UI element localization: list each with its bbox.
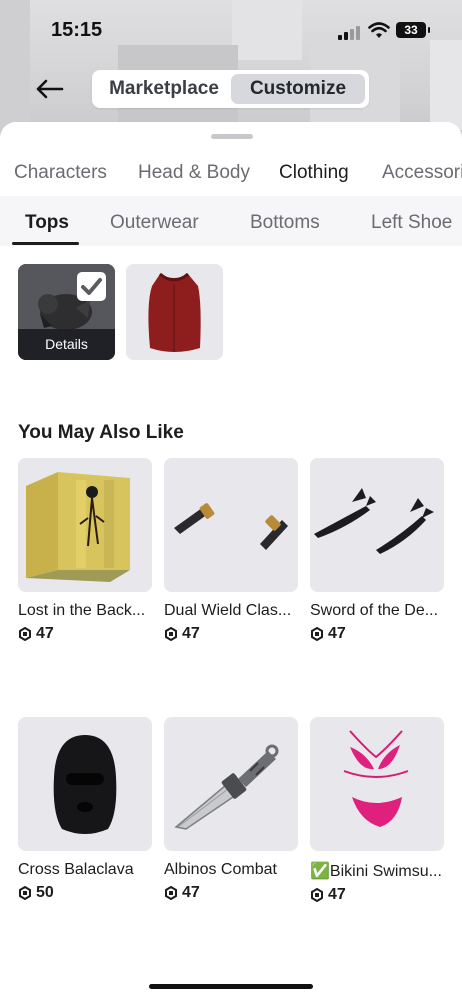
robux-icon (165, 627, 177, 641)
item-card[interactable]: Dual Wield Clas... 47 (164, 458, 298, 643)
price-value: 47 (182, 625, 200, 642)
item-price: 50 (18, 884, 152, 902)
home-indicator[interactable] (149, 984, 313, 989)
subtab-tops[interactable]: Tops (25, 212, 69, 234)
active-subtab-indicator (12, 242, 79, 245)
item-card[interactable]: Lost in the Back... 47 (18, 458, 152, 643)
item-card[interactable]: Cross Balaclava 50 (18, 717, 152, 902)
sheet-grabber[interactable] (211, 134, 253, 139)
subtab-bottoms[interactable]: Bottoms (250, 212, 320, 234)
item-card[interactable]: Sword of the De... 47 (310, 458, 444, 643)
tab-clothing[interactable]: Clothing (279, 162, 349, 184)
cellular-signal-icon (338, 26, 362, 40)
tab-marketplace[interactable]: Marketplace (100, 74, 228, 104)
item-name: Cross Balaclava (18, 861, 134, 878)
wifi-icon (368, 22, 390, 38)
back-button[interactable] (30, 74, 70, 104)
item-price: 47 (310, 625, 444, 643)
item-price: 47 (310, 886, 444, 904)
details-button[interactable]: Details (18, 329, 115, 360)
item-name: Albinos Combat (164, 861, 277, 878)
subtab-left-shoe[interactable]: Left Shoe (371, 212, 452, 234)
robux-icon (19, 886, 31, 900)
customize-sheet: Characters Head & Body Clothing Accessor… (0, 122, 462, 999)
item-thumbnail (164, 458, 298, 592)
robux-icon (311, 888, 323, 902)
item-price: 47 (18, 625, 152, 643)
arrow-left-icon (36, 79, 64, 99)
equipped-item-2[interactable] (126, 264, 223, 360)
price-value: 47 (328, 625, 346, 642)
equipped-item-1[interactable]: Details (18, 264, 115, 360)
robux-icon (19, 627, 31, 641)
subtab-outerwear[interactable]: Outerwear (110, 212, 199, 234)
tab-head-body[interactable]: Head & Body (138, 162, 250, 184)
item-name: Lost in the Back... (18, 602, 146, 619)
tab-characters[interactable]: Characters (14, 162, 107, 184)
section-title: You May Also Like (18, 422, 184, 443)
item-name: Sword of the De... (310, 602, 439, 619)
price-value: 47 (36, 625, 54, 642)
item-card[interactable]: ✅Bikini Swimsu... 47 (310, 717, 444, 904)
price-value: 47 (182, 884, 200, 901)
item-name: ✅Bikini Swimsu... (310, 863, 442, 880)
item-price: 47 (164, 884, 298, 902)
status-bar: 15:15 33 (0, 0, 462, 60)
item-price: 47 (164, 625, 298, 643)
subcategory-tabs: Tops Outerwear Bottoms Left Shoe (0, 196, 462, 246)
item-thumbnail (18, 717, 152, 851)
item-name: Dual Wield Clas... (164, 602, 292, 619)
item-thumbnail (310, 717, 444, 851)
price-value: 47 (328, 886, 346, 903)
category-tabs: Characters Head & Body Clothing Accessor… (0, 162, 462, 192)
item-card[interactable]: Albinos Combat 47 (164, 717, 298, 902)
item-thumbnail (164, 717, 298, 851)
item-thumbnail (18, 458, 152, 592)
robux-icon (165, 886, 177, 900)
battery-indicator: 33 (396, 22, 430, 38)
tab-customize[interactable]: Customize (231, 74, 365, 104)
status-time: 15:15 (51, 19, 103, 41)
mode-segmented-control: Marketplace Customize (92, 70, 369, 108)
equipped-checkbox[interactable] (77, 272, 106, 301)
tab-accessories[interactable]: Accessories (382, 162, 462, 184)
price-value: 50 (36, 884, 54, 901)
robux-icon (311, 627, 323, 641)
item-thumbnail (310, 458, 444, 592)
red-vest-thumbnail (126, 264, 223, 360)
checkmark-icon (81, 278, 102, 295)
